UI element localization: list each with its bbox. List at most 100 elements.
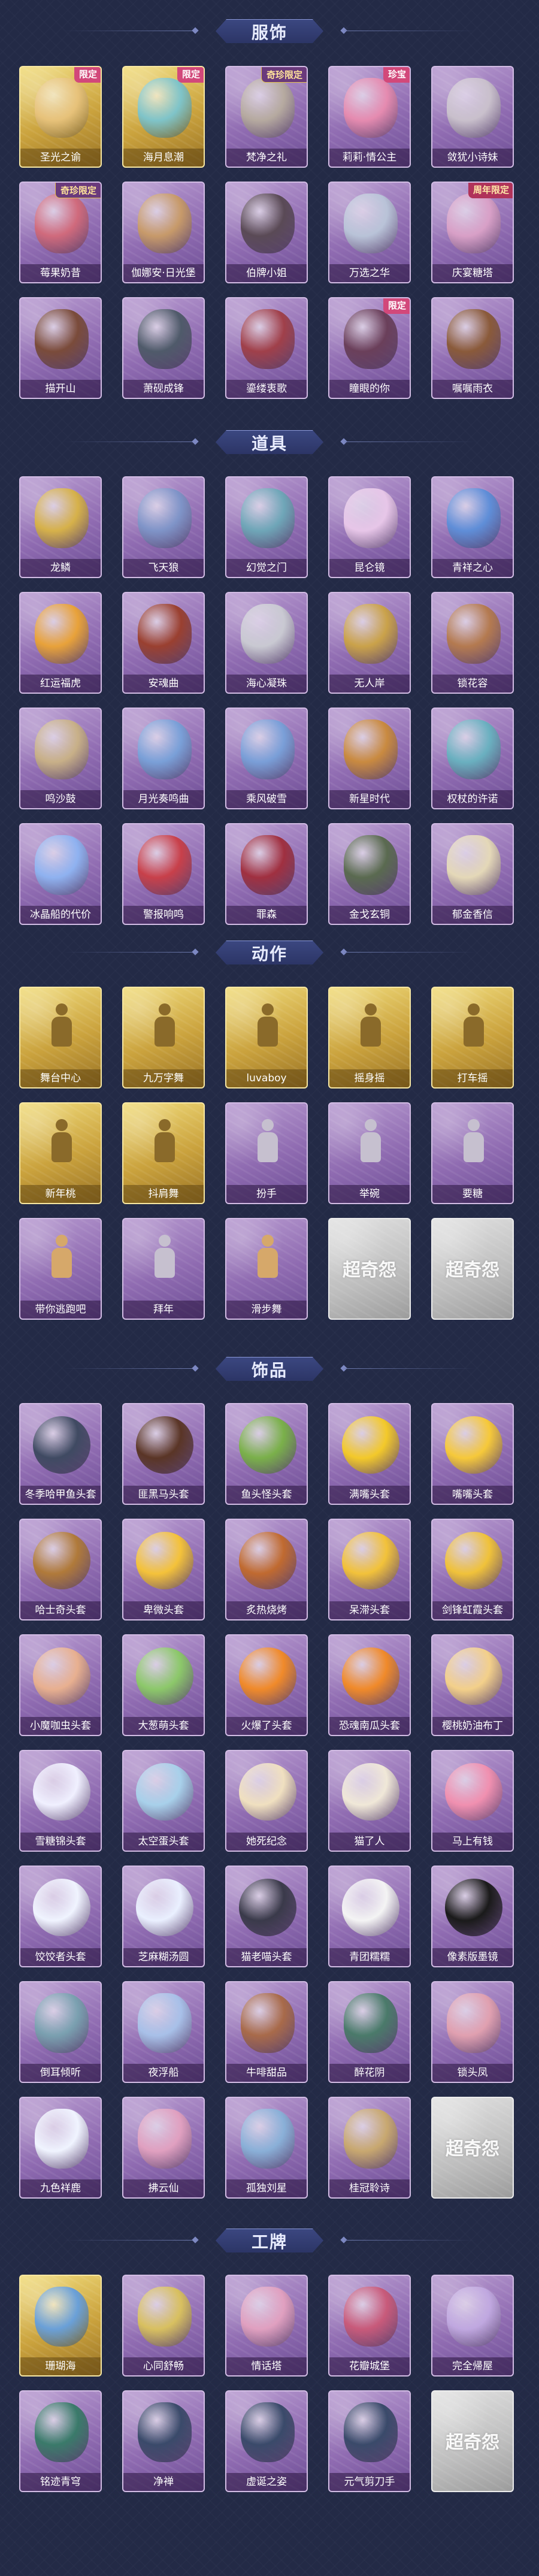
collection-item[interactable]: 牛啡甜品 — [225, 1981, 308, 2083]
collection-item[interactable]: 昆仑镜 — [328, 476, 411, 578]
item-card[interactable]: 马上有钱 — [431, 1750, 514, 1852]
collection-item[interactable]: 太空蛋头套 — [122, 1750, 205, 1852]
item-card[interactable]: 金戈玄铜 — [328, 823, 411, 925]
item-card[interactable]: 花瓣城堡 — [328, 2275, 411, 2377]
item-card[interactable]: 超奇怨 — [431, 2390, 514, 2492]
collection-item[interactable]: 月光奏鸣曲 — [122, 708, 205, 809]
item-card[interactable]: 新星时代 — [328, 708, 411, 809]
collection-item[interactable]: 鱼头怪头套 — [225, 1403, 308, 1505]
item-card[interactable]: 昆仑镜 — [328, 476, 411, 578]
collection-item[interactable]: 虚诞之姿 — [225, 2390, 308, 2492]
collection-item[interactable]: 珊瑚海 — [19, 2275, 102, 2377]
item-card[interactable]: 樱桃奶油布丁 — [431, 1634, 514, 1736]
item-card[interactable]: 无人岸 — [328, 592, 411, 694]
collection-item[interactable]: 鸣沙鼓 — [19, 708, 102, 809]
collection-item[interactable]: 醉花阴 — [328, 1981, 411, 2083]
collection-item[interactable]: 饺饺者头套 — [19, 1866, 102, 1967]
item-card[interactable]: 鸣沙鼓 — [19, 708, 102, 809]
item-card[interactable]: 呆滞头套 — [328, 1519, 411, 1620]
item-card[interactable]: 莉莉·情公主 珍宝 — [328, 66, 411, 168]
item-card[interactable]: 郁金香信 — [431, 823, 514, 925]
item-card[interactable]: 打车摇 — [431, 987, 514, 1089]
collection-item[interactable]: 呆滞头套 — [328, 1519, 411, 1620]
item-card[interactable]: 完全帰屋 — [431, 2275, 514, 2377]
item-card[interactable]: 青团糯糯 — [328, 1866, 411, 1967]
item-card[interactable]: 带你逃跑吧 — [19, 1218, 102, 1320]
collection-item[interactable]: 安魂曲 — [122, 592, 205, 694]
item-card[interactable]: 摇身摇 — [328, 987, 411, 1089]
collection-item[interactable]: 嘱嘱雨衣 — [431, 297, 514, 399]
collection-item[interactable]: 超奇怨 — [431, 2097, 514, 2199]
item-card[interactable]: 孤独刘星 — [225, 2097, 308, 2199]
item-card[interactable]: 扮手 — [225, 1102, 308, 1204]
item-card[interactable]: 飞天狼 — [122, 476, 205, 578]
collection-item[interactable]: 瞳眼的你 限定 — [328, 297, 411, 399]
collection-item[interactable]: 樱桃奶油布丁 — [431, 1634, 514, 1736]
item-card[interactable]: 敛犹小诗妹 — [431, 66, 514, 168]
collection-item[interactable]: 莉莉·情公主 珍宝 — [328, 66, 411, 168]
collection-item[interactable]: 铭迹青穹 — [19, 2390, 102, 2492]
collection-item[interactable]: 锁花容 — [431, 592, 514, 694]
collection-item[interactable]: 滑步舞 — [225, 1218, 308, 1320]
item-card[interactable]: 虚诞之姿 — [225, 2390, 308, 2492]
collection-item[interactable]: 哈士奇头套 — [19, 1519, 102, 1620]
item-card[interactable]: 舞台中心 — [19, 987, 102, 1089]
collection-item[interactable]: 要糖 — [431, 1102, 514, 1204]
item-card[interactable]: 匪黑马头套 — [122, 1403, 205, 1505]
item-card[interactable]: 要糖 — [431, 1102, 514, 1204]
collection-item[interactable]: 圣光之谕 限定 — [19, 66, 102, 168]
collection-item[interactable]: 剑锋虹霞头套 — [431, 1519, 514, 1620]
collection-item[interactable]: 锁头凤 — [431, 1981, 514, 2083]
collection-item[interactable]: 猫了人 — [328, 1750, 411, 1852]
collection-item[interactable]: 新年桃 — [19, 1102, 102, 1204]
collection-item[interactable]: 马上有钱 — [431, 1750, 514, 1852]
collection-item[interactable]: 乘风破雪 — [225, 708, 308, 809]
collection-item[interactable]: 满嘴头套 — [328, 1403, 411, 1505]
collection-item[interactable]: 舞台中心 — [19, 987, 102, 1089]
collection-item[interactable]: 九万字舞 — [122, 987, 205, 1089]
collection-item[interactable]: 伯牌小姐 — [225, 182, 308, 283]
item-card[interactable]: 嘱嘱雨衣 — [431, 297, 514, 399]
item-card[interactable]: 嘴嘴头套 — [431, 1403, 514, 1505]
collection-item[interactable]: 红运福虎 — [19, 592, 102, 694]
item-card[interactable]: 瞳眼的你 限定 — [328, 297, 411, 399]
item-card[interactable]: 大葱萌头套 — [122, 1634, 205, 1736]
collection-item[interactable]: 恐魂南瓜头套 — [328, 1634, 411, 1736]
item-card[interactable]: 描开山 — [19, 297, 102, 399]
collection-item[interactable]: 小魔咖虫头套 — [19, 1634, 102, 1736]
collection-item[interactable]: 举碗 — [328, 1102, 411, 1204]
item-card[interactable]: 安魂曲 — [122, 592, 205, 694]
collection-item[interactable]: 九色祥鹿 — [19, 2097, 102, 2199]
collection-item[interactable]: 火爆了头套 — [225, 1634, 308, 1736]
item-card[interactable]: 莓果奶昔 奇珍限定 — [19, 182, 102, 283]
item-card[interactable]: 萧砚成锋 — [122, 297, 205, 399]
collection-item[interactable]: 倒耳倾听 — [19, 1981, 102, 2083]
collection-item[interactable]: luvaboy — [225, 987, 308, 1089]
item-card[interactable]: 罪森 — [225, 823, 308, 925]
item-card[interactable]: 雪糖锦头套 — [19, 1750, 102, 1852]
item-card[interactable]: 净禅 — [122, 2390, 205, 2492]
item-card[interactable]: 饺饺者头套 — [19, 1866, 102, 1967]
collection-item[interactable]: 金戈玄铜 — [328, 823, 411, 925]
collection-item[interactable]: 萧砚成锋 — [122, 297, 205, 399]
collection-item[interactable]: 权杖的许诺 — [431, 708, 514, 809]
item-card[interactable]: 鎏缕衷歌 — [225, 297, 308, 399]
item-card[interactable]: 桂冠聆诗 — [328, 2097, 411, 2199]
item-card[interactable]: 月光奏鸣曲 — [122, 708, 205, 809]
item-card[interactable]: 拂云仙 — [122, 2097, 205, 2199]
item-card[interactable]: 幻觉之门 — [225, 476, 308, 578]
item-card[interactable]: 牛啡甜品 — [225, 1981, 308, 2083]
item-card[interactable]: 小魔咖虫头套 — [19, 1634, 102, 1736]
collection-item[interactable]: 鎏缕衷歌 — [225, 297, 308, 399]
item-card[interactable]: 锁花容 — [431, 592, 514, 694]
collection-item[interactable]: 飞天狼 — [122, 476, 205, 578]
collection-item[interactable]: 带你逃跑吧 — [19, 1218, 102, 1320]
collection-item[interactable]: 青团糯糯 — [328, 1866, 411, 1967]
collection-item[interactable]: 芝麻糊汤圆 — [122, 1866, 205, 1967]
item-card[interactable]: 醉花阴 — [328, 1981, 411, 2083]
collection-item[interactable]: 冰晶船的代价 — [19, 823, 102, 925]
item-card[interactable]: 超奇怨 — [328, 1218, 411, 1320]
item-card[interactable]: 滑步舞 — [225, 1218, 308, 1320]
collection-item[interactable]: 新星时代 — [328, 708, 411, 809]
collection-item[interactable]: 海心凝珠 — [225, 592, 308, 694]
